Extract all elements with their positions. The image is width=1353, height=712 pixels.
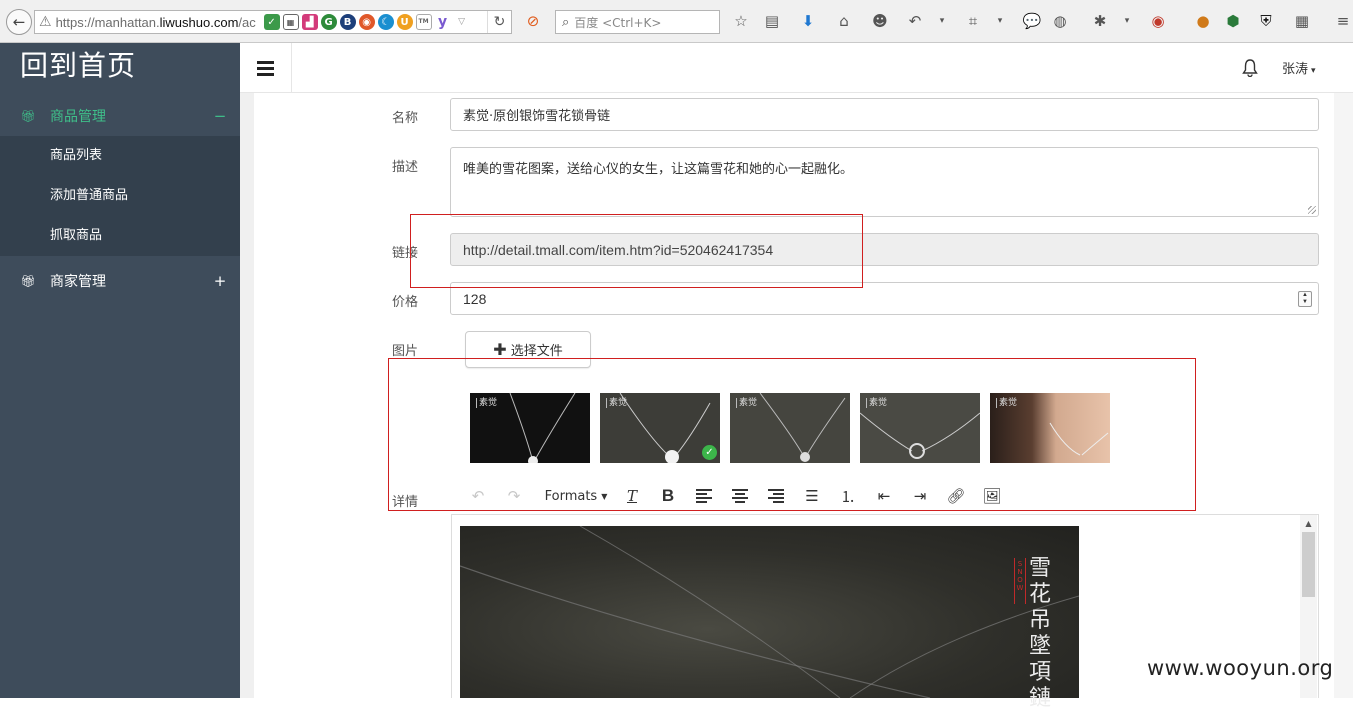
crop-icon[interactable]: ⌗: [963, 11, 983, 31]
b-icon[interactable]: B: [339, 14, 356, 30]
clipboard-icon[interactable]: ▤: [762, 11, 782, 31]
shield-icon[interactable]: ✓: [263, 14, 280, 30]
image-label: 图片: [392, 344, 419, 359]
reload-icon[interactable]: ↻: [487, 11, 511, 33]
bug-icon[interactable]: ✱: [1090, 11, 1110, 31]
dropdown-arrow-icon[interactable]: ▾: [1122, 11, 1132, 31]
gift-icon: 🎁︎: [20, 109, 36, 123]
hamburger-menu-icon[interactable]: [240, 43, 292, 93]
y-icon[interactable]: y: [434, 14, 451, 30]
extension-icons: ✓ ▦ ▟ G B ◉ ☾ U TM y ▽: [263, 14, 470, 30]
sidebar-group-products[interactable]: 🎁︎ 商品管理 −: [0, 96, 240, 136]
annotation-box-images: [388, 358, 1196, 511]
search-icon: ⌕: [562, 14, 570, 30]
sidebar-item-fetch-product[interactable]: 抓取商品: [0, 216, 240, 256]
scroll-up-icon[interactable]: ▲: [1300, 515, 1317, 531]
search-placeholder: 百度 <Ctrl+K>: [574, 15, 662, 30]
download-icon[interactable]: ⬇: [798, 11, 818, 31]
u-icon[interactable]: U: [396, 14, 413, 30]
home-icon[interactable]: ⌂: [834, 11, 854, 31]
addon-red-icon[interactable]: ◉: [1148, 11, 1168, 31]
choose-file-label: 选择文件: [510, 344, 563, 359]
sidebar-item-add-product[interactable]: 添加普通商品: [0, 176, 240, 216]
plus-icon: ✚: [493, 340, 507, 359]
search-input[interactable]: ⌕ 百度 <Ctrl+K>: [555, 10, 720, 34]
page-scroll-gutter: [1334, 93, 1353, 698]
stats-icon[interactable]: ▟: [301, 14, 318, 30]
image-subtitle-red: SNOW: [1014, 558, 1026, 604]
top-header: 张涛 ▾: [240, 43, 1353, 93]
collapse-icon[interactable]: −: [200, 107, 240, 125]
sidebar-group-label: 商家管理: [50, 274, 106, 290]
user-menu[interactable]: 张涛 ▾: [1282, 58, 1316, 77]
grid-icon[interactable]: ▦: [1292, 11, 1312, 31]
description-text: 唯美的雪花图案，送给心仪的女生，让这篇雪花和她的心一起融化。: [463, 162, 854, 177]
bell-icon[interactable]: [1240, 57, 1260, 79]
url-text[interactable]: https://manhattan.liwushuo.com/ac: [56, 15, 261, 30]
user-name: 张涛: [1282, 62, 1309, 77]
sidebar-item-product-list[interactable]: 商品列表: [0, 136, 240, 176]
addon-green-icon[interactable]: ⬢: [1223, 11, 1243, 31]
name-label: 名称: [392, 111, 419, 126]
sidebar: 回到首页 🎁︎ 商品管理 − 商品列表 添加普通商品 抓取商品 🎁︎ 商家管理 …: [0, 43, 240, 698]
dropdown-arrow-icon[interactable]: ▾: [937, 11, 947, 31]
undo-browser-icon[interactable]: ↶: [905, 11, 925, 31]
sidebar-group-merchants[interactable]: 🎁︎ 商家管理 +: [0, 261, 240, 301]
qr-code-icon[interactable]: ▦: [282, 14, 299, 30]
address-bar[interactable]: ⚠ https://manhattan.liwushuo.com/ac ✓ ▦ …: [34, 10, 512, 34]
description-textarea[interactable]: 唯美的雪花图案，送给心仪的女生，让这篇雪花和她的心一起融化。: [450, 147, 1319, 217]
sidebar-group-label: 商品管理: [50, 109, 106, 125]
g-icon[interactable]: G: [320, 14, 337, 30]
home-link[interactable]: 回到首页: [20, 44, 136, 84]
globe-icon[interactable]: ◍: [1050, 11, 1070, 31]
bookmark-star-icon[interactable]: ☆: [731, 11, 751, 31]
resize-grip-icon[interactable]: [1308, 206, 1316, 214]
shield-dark-icon[interactable]: ⛨: [1256, 11, 1276, 31]
wave-icon[interactable]: ☾: [377, 14, 394, 30]
description-label: 描述: [392, 160, 419, 175]
number-spinner-icon[interactable]: ▲ ▼: [1298, 291, 1312, 307]
dropdown-icon[interactable]: ▽: [453, 14, 470, 30]
price-label: 价格: [392, 295, 419, 310]
blocker-icon[interactable]: ⊘: [523, 11, 543, 31]
info-icon[interactable]: ⚠: [39, 14, 52, 30]
price-value: 128: [463, 290, 487, 307]
circle-ext-icon[interactable]: ◉: [358, 14, 375, 30]
annotation-box-link: [410, 214, 863, 288]
gift-icon: 🎁︎: [20, 274, 36, 288]
tinymce-icon[interactable]: TM: [415, 14, 432, 30]
browser-toolbar: ← ⚠ https://manhattan.liwushuo.com/ac ✓ …: [0, 0, 1353, 43]
watermark: www.wooyun.org: [1147, 656, 1334, 680]
dropdown-arrow-icon[interactable]: ▾: [995, 11, 1005, 31]
chat-face-icon[interactable]: ☻: [870, 11, 890, 31]
speech-bubble-icon[interactable]: 💬: [1022, 11, 1042, 31]
menu-icon[interactable]: ≡: [1333, 11, 1353, 31]
name-input[interactable]: 素觉·原创银饰雪花锁骨链: [450, 98, 1319, 131]
content-gutter: [240, 93, 254, 698]
addon-orange-icon[interactable]: ●: [1193, 11, 1213, 31]
back-arrow-icon[interactable]: ←: [6, 9, 32, 35]
caret-down-icon: ▾: [1311, 66, 1316, 76]
editor-content-image[interactable]: [460, 526, 1079, 698]
sidebar-submenu: 商品列表 添加普通商品 抓取商品: [0, 136, 240, 256]
scroll-thumb[interactable]: [1302, 532, 1315, 597]
image-title-vertical: 雪花吊墜項鏈: [1029, 556, 1052, 711]
expand-icon[interactable]: +: [200, 272, 240, 290]
